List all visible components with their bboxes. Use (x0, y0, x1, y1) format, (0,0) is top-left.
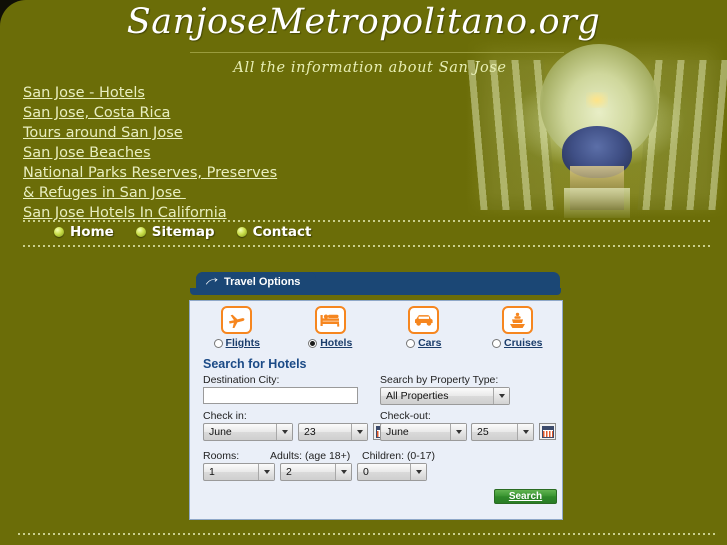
main-link-list: San Jose - Hotels San Jose, Costa Rica T… (23, 83, 443, 223)
divider-below-bullet-nav (23, 245, 713, 247)
chevron-down-icon[interactable] (450, 424, 466, 440)
category-hotels-label: Hotels (320, 337, 353, 349)
site-tagline: All the information about San Jose (233, 60, 507, 76)
checkout-calendar-button[interactable] (539, 423, 556, 440)
airplane-icon[interactable] (221, 306, 253, 334)
checkout-month-select[interactable]: June (380, 423, 467, 441)
search-button[interactable]: Search (494, 489, 557, 504)
photo-columns-right (637, 60, 727, 210)
category-cruises-label: Cruises (503, 337, 543, 349)
form-title: Search for Hotels (203, 357, 307, 371)
checkout-label: Check-out: (380, 410, 431, 422)
photo-chandelier (586, 92, 608, 108)
category-cars[interactable]: Cars (377, 306, 471, 349)
bullet-nav: Home Sitemap Contact (54, 224, 311, 240)
chevron-down-icon[interactable] (351, 424, 367, 440)
chevron-down-icon[interactable] (335, 464, 351, 480)
checkout-day-select[interactable]: 25 (471, 423, 534, 441)
title-divider (190, 52, 564, 53)
checkin-day-select[interactable]: 23 (298, 423, 368, 441)
property-type-select[interactable]: All Properties (380, 387, 510, 405)
adults-label: Adults: (age 18+) (270, 450, 351, 462)
chevron-down-icon[interactable] (258, 464, 274, 480)
category-hotels[interactable]: Hotels (284, 306, 378, 349)
adults-value: 2 (286, 466, 292, 478)
checkout-month-value: June (386, 426, 409, 438)
travel-search-panel: Flights Hotels Cars Cruises Search for H… (189, 300, 563, 520)
checkout-day-value: 25 (477, 426, 489, 438)
category-cars-label: Cars (418, 337, 442, 349)
bullet-icon (135, 227, 146, 237)
ship-icon[interactable] (501, 306, 533, 334)
bullet-nav-sitemap-label: Sitemap (151, 224, 215, 240)
bullet-icon (236, 227, 247, 237)
page-root: SanjoseMetropolitano.org All the informa… (0, 0, 727, 545)
photo-altar (570, 166, 624, 210)
bullet-icon (54, 227, 64, 237)
destination-input[interactable] (203, 387, 358, 404)
children-select[interactable]: 0 (357, 463, 427, 481)
radio-cruises[interactable] (491, 338, 501, 348)
checkin-day-value: 23 (304, 426, 316, 438)
bullet-nav-contact-label: Contact (252, 224, 312, 240)
category-selector: Flights Hotels Cars Cruises (190, 306, 564, 349)
checkin-month-select[interactable]: June (203, 423, 293, 441)
footer-divider (18, 533, 718, 535)
radio-flights[interactable] (213, 338, 223, 348)
site-title: SanjoseMetropolitano.org (126, 2, 601, 42)
photo-apse (562, 126, 632, 178)
rooms-value: 1 (209, 466, 215, 478)
nav-link-parks[interactable]: National Parks Reserves, Preserves (23, 163, 443, 183)
category-flights-label: Flights (225, 337, 260, 349)
chevron-down-icon[interactable] (276, 424, 292, 440)
chevron-down-icon[interactable] (410, 464, 426, 480)
photo-columns-left (467, 60, 557, 210)
checkin-month-value: June (209, 426, 232, 438)
nav-link-refuges[interactable]: & Refuges in San Jose (23, 183, 443, 203)
radio-hotels[interactable] (308, 338, 318, 348)
divider-above-bullet-nav (23, 220, 713, 222)
photo-aisle (564, 188, 630, 218)
property-type-label: Search by Property Type: (380, 374, 499, 386)
checkin-label: Check in: (203, 410, 247, 422)
rooms-select[interactable]: 1 (203, 463, 275, 481)
chevron-down-icon[interactable] (517, 424, 533, 440)
destination-label: Destination City: (203, 374, 280, 386)
radio-cars[interactable] (406, 338, 416, 348)
search-button-label: Search (508, 491, 543, 502)
tab-travel-options-label: Travel Options (224, 276, 301, 288)
car-icon[interactable] (408, 306, 440, 334)
arrow-icon (206, 277, 218, 285)
bullet-nav-sitemap[interactable]: Sitemap (135, 224, 215, 240)
calendar-icon (541, 425, 554, 438)
tab-travel-options[interactable]: Travel Options (196, 272, 316, 292)
children-label: Children: (0-17) (362, 450, 435, 462)
bullet-nav-home[interactable]: Home (54, 224, 114, 240)
nav-link-beaches[interactable]: San Jose Beaches (23, 143, 443, 163)
property-type-value: All Properties (386, 390, 449, 402)
nav-link-hotels[interactable]: San Jose - Hotels (23, 83, 443, 103)
nav-link-costa-rica[interactable]: San Jose, Costa Rica (23, 103, 443, 123)
nav-link-tours[interactable]: Tours around San Jose (23, 123, 443, 143)
chevron-down-icon[interactable] (493, 388, 509, 404)
bullet-nav-contact[interactable]: Contact (236, 224, 312, 240)
adults-select[interactable]: 2 (280, 463, 352, 481)
bed-icon[interactable] (314, 306, 346, 334)
category-flights[interactable]: Flights (190, 306, 284, 349)
rooms-label: Rooms: (203, 450, 240, 462)
children-value: 0 (363, 466, 369, 478)
bullet-nav-home-label: Home (70, 224, 114, 240)
category-cruises[interactable]: Cruises (471, 306, 565, 349)
